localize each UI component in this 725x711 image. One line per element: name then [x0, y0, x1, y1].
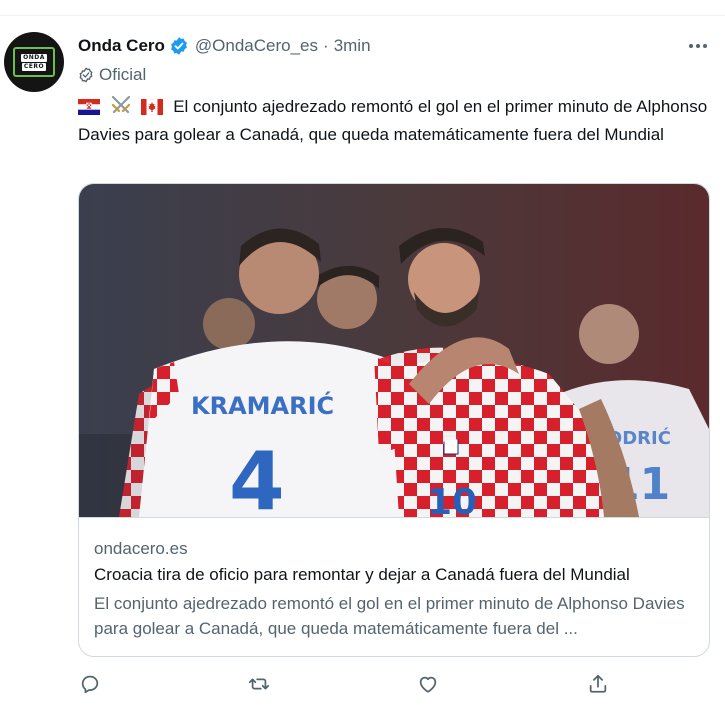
author-name[interactable]: Onda Cero — [78, 36, 165, 56]
card-title[interactable]: Croacia tira de oficio para remontar y d… — [94, 565, 699, 585]
canada-flag-icon — [141, 97, 164, 122]
like-icon[interactable] — [416, 672, 440, 696]
tweet-text: El conjunto ajedrezado remontó el gol en… — [78, 94, 714, 147]
tweet-header: Onda Cero @OndaCero_es · 3min — [78, 35, 371, 57]
card-description: El conjunto ajedrezado remontó el gol en… — [94, 594, 685, 638]
jersey-number-10: 10 — [427, 482, 477, 517]
onda-cero-logo: ONDA CERO — [13, 47, 55, 77]
crossed-swords-icon — [110, 95, 132, 122]
timestamp[interactable]: 3min — [334, 36, 371, 56]
verified-badge-icon — [169, 36, 189, 56]
avatar[interactable]: ONDA CERO — [4, 32, 64, 92]
link-card[interactable]: MODRIĆ 11 10 KRAMARIĆ 4 ondacero.es Croa… — [78, 183, 710, 657]
retweet-icon[interactable] — [247, 672, 271, 696]
more-options-icon[interactable] — [686, 35, 710, 57]
card-image: MODRIĆ 11 10 KRAMARIĆ 4 — [79, 184, 709, 517]
separator-dot: · — [323, 36, 329, 55]
divider — [0, 15, 725, 16]
kramaric-name-text: KRAMARIĆ — [191, 390, 334, 420]
card-divider — [79, 517, 709, 518]
card-domain: ondacero.es — [94, 539, 188, 558]
share-icon[interactable] — [586, 672, 610, 696]
reply-icon[interactable] — [78, 672, 102, 696]
croatia-flag-icon — [78, 97, 100, 122]
jersey-number-4: 4 — [229, 435, 285, 517]
official-text: Oficial — [99, 65, 147, 84]
official-badge-icon — [79, 67, 93, 83]
tweet-body: El conjunto ajedrezado remontó el gol en… — [78, 97, 708, 144]
official-label: Oficial — [78, 65, 146, 85]
author-handle[interactable]: @OndaCero_es — [195, 36, 318, 56]
